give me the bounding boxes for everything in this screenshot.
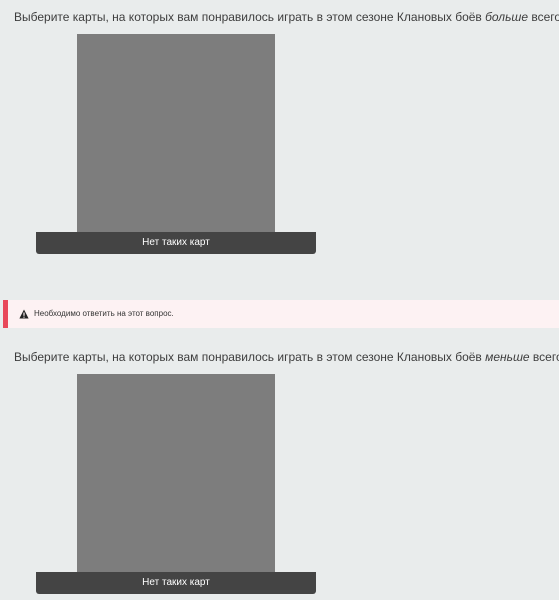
map-image-placeholder[interactable]: [77, 34, 275, 234]
question-text-after: всего.: [532, 350, 559, 364]
no-such-maps-button[interactable]: Нет таких карт: [36, 572, 316, 594]
warning-icon: [19, 309, 29, 319]
question-text-after: всего.: [531, 10, 559, 24]
question-text-emphasis: меньше: [485, 350, 530, 364]
error-message: Необходимо ответить на этот вопрос.: [34, 309, 174, 318]
no-such-maps-button[interactable]: Нет таких карт: [36, 232, 316, 254]
question-title: Выберите карты, на которых вам понравило…: [14, 9, 559, 25]
required-error-banner: Необходимо ответить на этот вопрос.: [3, 300, 559, 328]
question-text-emphasis: больше: [485, 10, 529, 24]
map-image-placeholder[interactable]: [77, 374, 275, 574]
question-title: Выберите карты, на которых вам понравило…: [14, 349, 559, 365]
question-text-before: Выберите карты, на которых вам понравило…: [14, 350, 486, 364]
question-text-before: Выберите карты, на которых вам понравило…: [14, 10, 486, 24]
